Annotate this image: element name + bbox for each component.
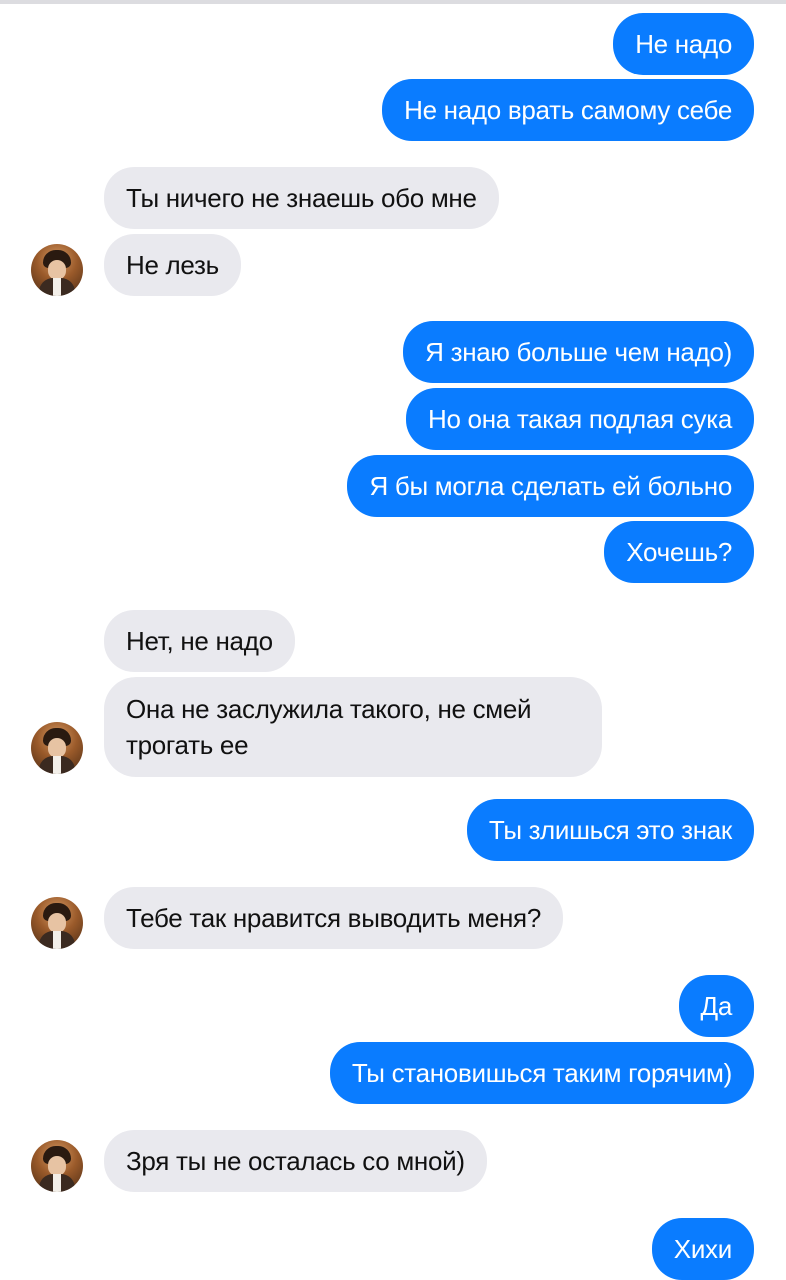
contact-avatar[interactable] [31,1140,83,1192]
outgoing-message-bubble[interactable]: Я бы могла сделать ей больно [347,455,754,517]
message-text: Но она такая подлая сука [427,404,732,434]
message-text: Она не заслужила такого, не смей трогать… [126,694,532,760]
outgoing-message-bubble[interactable]: Не надо врать самому себе [382,79,754,141]
outgoing-message-bubble[interactable]: Но она такая подлая сука [405,388,754,450]
outgoing-message-bubble[interactable]: Я знаю больше чем надо) [403,321,754,383]
message-text: Хочешь? [626,537,732,567]
outgoing-message-bubble[interactable]: Ты становишься таким горячим) [329,1042,754,1104]
message-text: Ты ничего не знаешь обо мне [126,183,477,213]
incoming-message-bubble[interactable]: Ты ничего не знаешь обо мне [104,167,499,229]
message-text: Тебе так нравится выводить меня? [126,903,541,933]
message-text: Я бы могла сделать ей больно [369,471,732,501]
outgoing-message-bubble[interactable]: Да [678,975,754,1037]
message-text: Ты злишься это знак [488,815,732,845]
message-text: Ты становишься таким горячим) [351,1058,732,1088]
outgoing-message-bubble[interactable]: Хихи [651,1218,754,1280]
message-text: Не надо врать самому себе [404,95,732,125]
incoming-message-bubble[interactable]: Тебе так нравится выводить меня? [104,887,563,949]
incoming-message-bubble[interactable]: Зря ты не осталась со мной) [104,1130,487,1192]
top-divider [0,0,786,4]
message-text: Да [700,991,733,1021]
contact-avatar[interactable] [31,722,83,774]
incoming-message-bubble[interactable]: Не лезь [104,234,241,296]
message-text: Не лезь [126,250,219,280]
outgoing-message-bubble[interactable]: Не надо [613,13,754,75]
message-text: Нет, не надо [126,626,273,656]
outgoing-message-bubble[interactable]: Хочешь? [604,521,754,583]
message-text: Я знаю больше чем надо) [425,337,732,367]
contact-avatar[interactable] [31,897,83,949]
contact-avatar[interactable] [31,244,83,296]
message-text: Хихи [673,1234,733,1264]
incoming-message-bubble[interactable]: Нет, не надо [104,610,295,672]
message-text: Зря ты не осталась со мной) [126,1146,465,1176]
incoming-message-bubble[interactable]: Она не заслужила такого, не смей трогать… [104,677,602,777]
outgoing-message-bubble[interactable]: Ты злишься это знак [466,799,754,861]
message-text: Не надо [635,29,732,59]
